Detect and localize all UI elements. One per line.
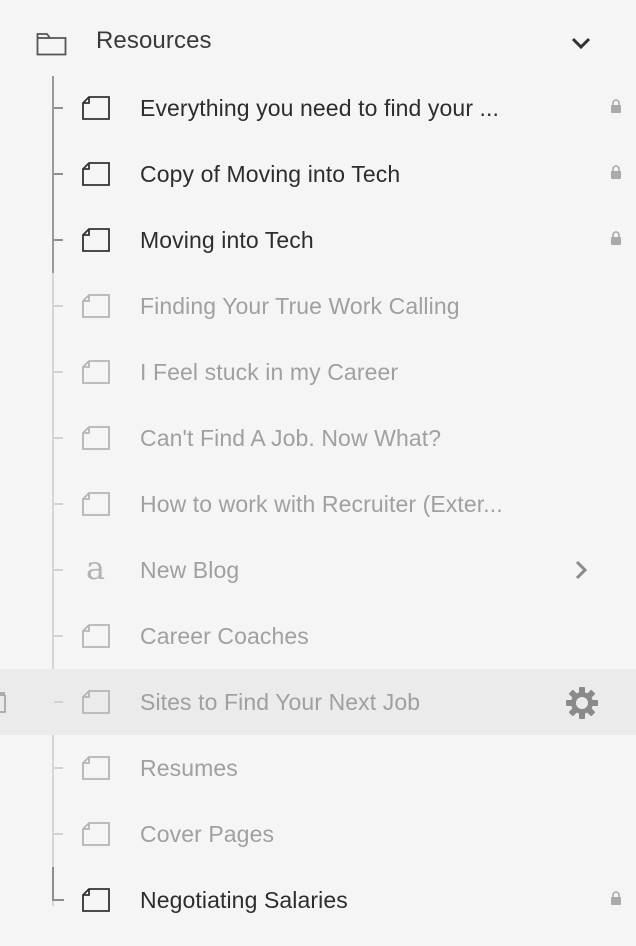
tree-branch [54,503,63,505]
gear-icon[interactable] [564,685,600,721]
page-item-label: Everything you need to find your ... [140,95,500,121]
page-item[interactable]: How to work with Recruiter (Exter... [0,471,636,537]
tree-branch [54,305,63,307]
tree-branch [54,173,63,175]
folder-label: Resources [96,27,212,54]
page-item-label: Negotiating Salaries [140,887,348,913]
tree-branch [54,767,63,769]
chevron-right-icon[interactable] [574,559,588,581]
tree-branch [54,635,63,637]
page-icon [82,822,110,846]
page-item[interactable]: Everything you need to find your ... [0,75,636,141]
page-item[interactable]: Moving into Tech [0,207,636,273]
page-icon [82,888,110,912]
lock-icon [611,891,621,905]
page-item-label: Career Coaches [140,623,309,649]
tree-branch [54,371,63,373]
page-item[interactable]: Resumes [0,735,636,801]
page-icon [82,426,110,450]
page-icon [82,96,110,120]
tree-branch [54,569,63,571]
tree-branch [54,833,63,835]
lock-icon [611,165,621,179]
blog-icon: a [86,549,106,587]
page-item-label: Can't Find A Job. Now What? [140,425,442,451]
chevron-down-icon[interactable] [570,36,592,50]
lock-icon [611,99,621,113]
tree-branch [54,239,63,241]
page-item[interactable]: Copy of Moving into Tech [0,141,636,207]
page-icon [82,492,110,516]
folder-resources[interactable]: Resources [0,10,636,76]
page-icon [82,360,110,384]
page-item-label: Finding Your True Work Calling [140,293,460,319]
page-item[interactable]: Finding Your True Work Calling [0,273,636,339]
page-icon [82,162,110,186]
page-item-label: Sites to Find Your Next Job [140,689,421,715]
page-icon [82,756,110,780]
page-icon [82,690,110,714]
page-icon [82,228,110,252]
page-item-label: Resumes [140,755,238,781]
page-item-label: Moving into Tech [140,227,314,253]
tree-branch [54,437,63,439]
page-icon [82,624,110,648]
page-item-label: Cover Pages [140,821,275,847]
lock-icon [611,231,621,245]
page-item[interactable]: Can't Find A Job. Now What? [0,405,636,471]
page-item[interactable]: Cover Pages [0,801,636,867]
page-item-label: How to work with Recruiter (Exter... [140,491,503,517]
page-item-label: Copy of Moving into Tech [140,161,401,187]
page-item-selected[interactable]: Sites to Find Your Next Job [0,669,636,735]
tree-branch [54,107,63,109]
trash-icon[interactable] [0,692,6,714]
tree-branch [54,701,63,703]
page-icon [82,294,110,318]
page-item[interactable]: Negotiating Salaries [0,867,636,933]
navigation-panel: Resources Everything you need to find yo… [0,0,636,946]
page-item[interactable]: Career Coaches [0,603,636,669]
blog-item[interactable]: a New Blog [0,537,636,603]
tree-branch [52,867,64,901]
folder-icon [36,33,67,56]
page-item[interactable]: I Feel stuck in my Career [0,339,636,405]
page-item-label: I Feel stuck in my Career [140,359,399,385]
blog-item-label: New Blog [140,557,240,583]
